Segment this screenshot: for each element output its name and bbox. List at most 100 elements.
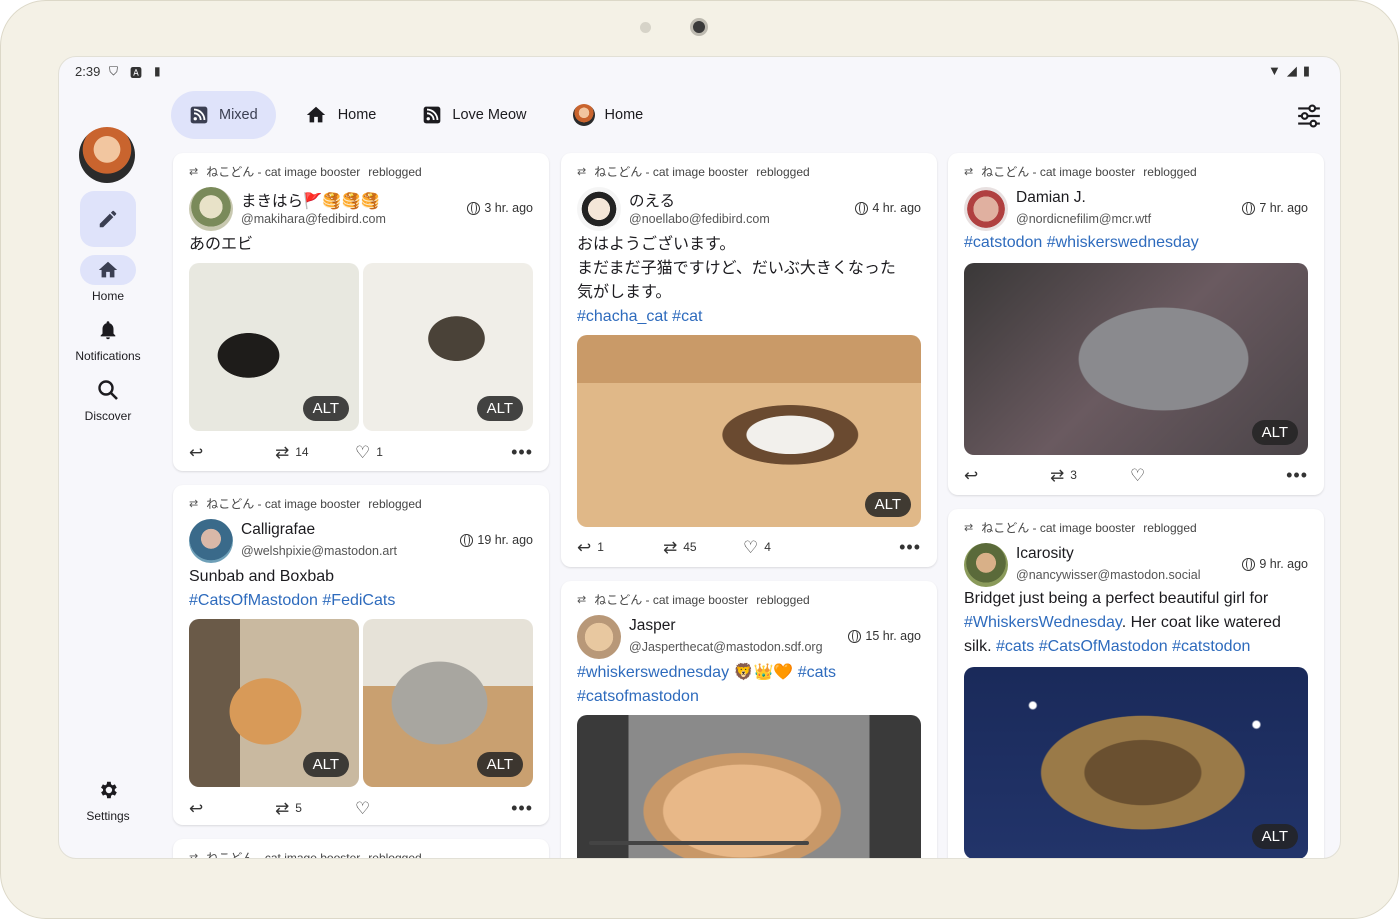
reply-icon: ↩ — [577, 537, 592, 557]
heart-icon: ♡ — [1130, 465, 1146, 485]
reply-button[interactable]: ↩ — [189, 444, 275, 461]
avatar[interactable] — [577, 187, 621, 231]
globe-icon — [1242, 557, 1256, 571]
favourite-button[interactable]: ♡ — [355, 800, 370, 817]
nav-discover[interactable]: Discover — [59, 375, 157, 423]
favourite-button[interactable]: ♡ — [1130, 467, 1145, 484]
media-image[interactable]: ALT — [964, 667, 1308, 858]
alt-badge[interactable]: ALT — [1251, 824, 1298, 849]
alt-badge[interactable]: ALT — [476, 396, 523, 421]
post-actions: ↩ ⇄ 3 ♡ ••• — [964, 463, 1308, 487]
boost-button[interactable]: ⇄ 3 — [1050, 467, 1130, 484]
author-handle: @nancywisser@mastodon.social — [1016, 568, 1201, 582]
avatar[interactable] — [964, 543, 1008, 587]
gesture-handle[interactable] — [589, 841, 809, 845]
avatar[interactable] — [189, 187, 233, 231]
post-card[interactable]: ⇄ ねこどん - cat image booster reblogged Dam… — [948, 153, 1324, 495]
filter-settings-icon[interactable] — [1296, 103, 1322, 129]
boost-button[interactable]: ⇄ 45 — [663, 539, 743, 556]
boost-header: ⇄ ねこどん - cat image booster reblogged — [189, 496, 422, 512]
alt-badge[interactable]: ALT — [476, 752, 523, 777]
sd-card-icon: ▮ — [154, 64, 161, 78]
account-avatar[interactable] — [79, 127, 135, 183]
hashtags[interactable]: #CatsOfMastodon #FediCats — [189, 589, 537, 613]
hashtag[interactable]: #cats — [798, 664, 836, 681]
globe-icon — [467, 201, 481, 215]
heart-icon: ♡ — [743, 537, 759, 557]
post-card[interactable]: ⇄ ねこどん - cat image booster reblogged まきは… — [173, 153, 549, 471]
alt-badge[interactable]: ALT — [864, 492, 911, 517]
post-author: Calligrafae @welshpixie@mastodon.art 19 … — [189, 519, 533, 563]
post-card[interactable]: ⇄ ねこどん - cat image booster reblogged Jas… — [561, 581, 937, 858]
post-content: おはようございます。 まだまだ子猫ですけど、だいぶ大きくなった 気がします。 #… — [577, 233, 925, 329]
media-image[interactable]: ALT — [964, 263, 1308, 455]
reply-button[interactable]: ↩ — [964, 467, 1050, 484]
more-options-icon[interactable]: ••• — [511, 442, 533, 463]
boost-button[interactable]: ⇄ 5 — [275, 800, 355, 817]
post-content: Sunbab and Boxbab #CatsOfMastodon #FediC… — [189, 565, 537, 613]
post-author: のえる @noellabo@fedibird.com 4 hr. ago — [577, 187, 921, 231]
hashtag[interactable]: #whiskerswednesday — [577, 664, 729, 681]
hashtags[interactable]: #chacha_cat #cat — [577, 305, 925, 329]
author-name[interactable]: まきはら🚩🥞🥞🥞 — [241, 189, 380, 211]
hashtag[interactable]: #WhiskersWednesday — [964, 614, 1122, 631]
shield-icon: ⛉ — [109, 64, 119, 78]
nav-notifications[interactable]: Notifications — [59, 315, 157, 363]
reply-button[interactable]: ↩ 1 — [577, 539, 663, 556]
boost-icon: ⇄ — [189, 166, 199, 178]
boost-button[interactable]: ⇄ 14 — [275, 444, 355, 461]
post-actions: ↩ ⇄ 5 ♡ ••• — [189, 796, 533, 820]
pencil-icon — [99, 210, 117, 228]
account-avatar-small — [572, 104, 595, 126]
tab-home-account[interactable]: Home — [555, 91, 662, 139]
author-name[interactable]: のえる — [629, 189, 675, 211]
media-image[interactable]: ALT — [189, 263, 359, 431]
post-media — [577, 715, 921, 858]
post-card[interactable]: ⇄ ねこどん - cat image booster reblogged — [173, 839, 549, 859]
alt-badge[interactable]: ALT — [302, 752, 349, 777]
favourite-button[interactable]: ♡ 4 — [743, 539, 771, 556]
avatar[interactable] — [577, 615, 621, 659]
compose-button[interactable] — [80, 191, 136, 247]
more-options-icon[interactable]: ••• — [899, 537, 921, 558]
reply-button[interactable]: ↩ — [189, 800, 275, 817]
tab-mixed[interactable]: Mixed — [171, 91, 276, 139]
author-name[interactable]: Jasper — [629, 617, 676, 635]
media-image[interactable] — [577, 715, 921, 858]
more-options-icon[interactable]: ••• — [511, 798, 533, 819]
author-handle: @noellabo@fedibird.com — [629, 212, 770, 226]
boost-icon: ⇄ — [1050, 465, 1065, 485]
boost-header: ⇄ ねこどん - cat image booster reblogged — [189, 849, 422, 859]
more-options-icon[interactable]: ••• — [1286, 465, 1308, 486]
nav-home[interactable]: Home — [59, 255, 157, 303]
nav-settings[interactable]: Settings — [59, 775, 157, 823]
avatar[interactable] — [189, 519, 233, 563]
author-name[interactable]: Damian J. — [1016, 189, 1086, 207]
globe-icon — [460, 533, 474, 547]
author-name[interactable]: Calligrafae — [241, 521, 315, 539]
post-author: Damian J. @nordicnefilim@mcr.wtf 7 hr. a… — [964, 187, 1308, 231]
status-time: 2:39 — [75, 64, 101, 79]
post-card[interactable]: ⇄ ねこどん - cat image booster reblogged Cal… — [173, 485, 549, 825]
author-name[interactable]: Icarosity — [1016, 545, 1074, 563]
media-image[interactable]: ALT — [577, 335, 921, 527]
hashtags[interactable]: #cats #CatsOfMastodon #catstodon — [996, 638, 1250, 655]
signal-icon: ◢ — [1286, 63, 1297, 78]
tab-home[interactable]: Home — [286, 91, 395, 139]
media-image[interactable]: ALT — [189, 619, 359, 787]
post-card[interactable]: ⇄ ねこどん - cat image booster reblogged Ica… — [948, 509, 1324, 858]
post-card[interactable]: ⇄ ねこどん - cat image booster reblogged のえる… — [561, 153, 937, 567]
media-image[interactable]: ALT — [363, 263, 533, 431]
alt-badge[interactable]: ALT — [1251, 420, 1298, 445]
nav-rail: Home Notifications Discover Settings — [59, 87, 157, 857]
bell-icon — [100, 321, 116, 340]
tab-love-meow-label: Love Meow — [452, 107, 527, 123]
home-icon — [306, 106, 325, 123]
avatar[interactable] — [964, 187, 1008, 231]
hashtag[interactable]: #catsofmastodon — [577, 685, 925, 709]
favourite-button[interactable]: ♡ 1 — [355, 444, 383, 461]
media-image[interactable]: ALT — [363, 619, 533, 787]
hashtags[interactable]: #catstodon #whiskerswednesday — [964, 231, 1312, 255]
tab-love-meow[interactable]: Love Meow — [404, 91, 544, 139]
alt-badge[interactable]: ALT — [302, 396, 349, 421]
